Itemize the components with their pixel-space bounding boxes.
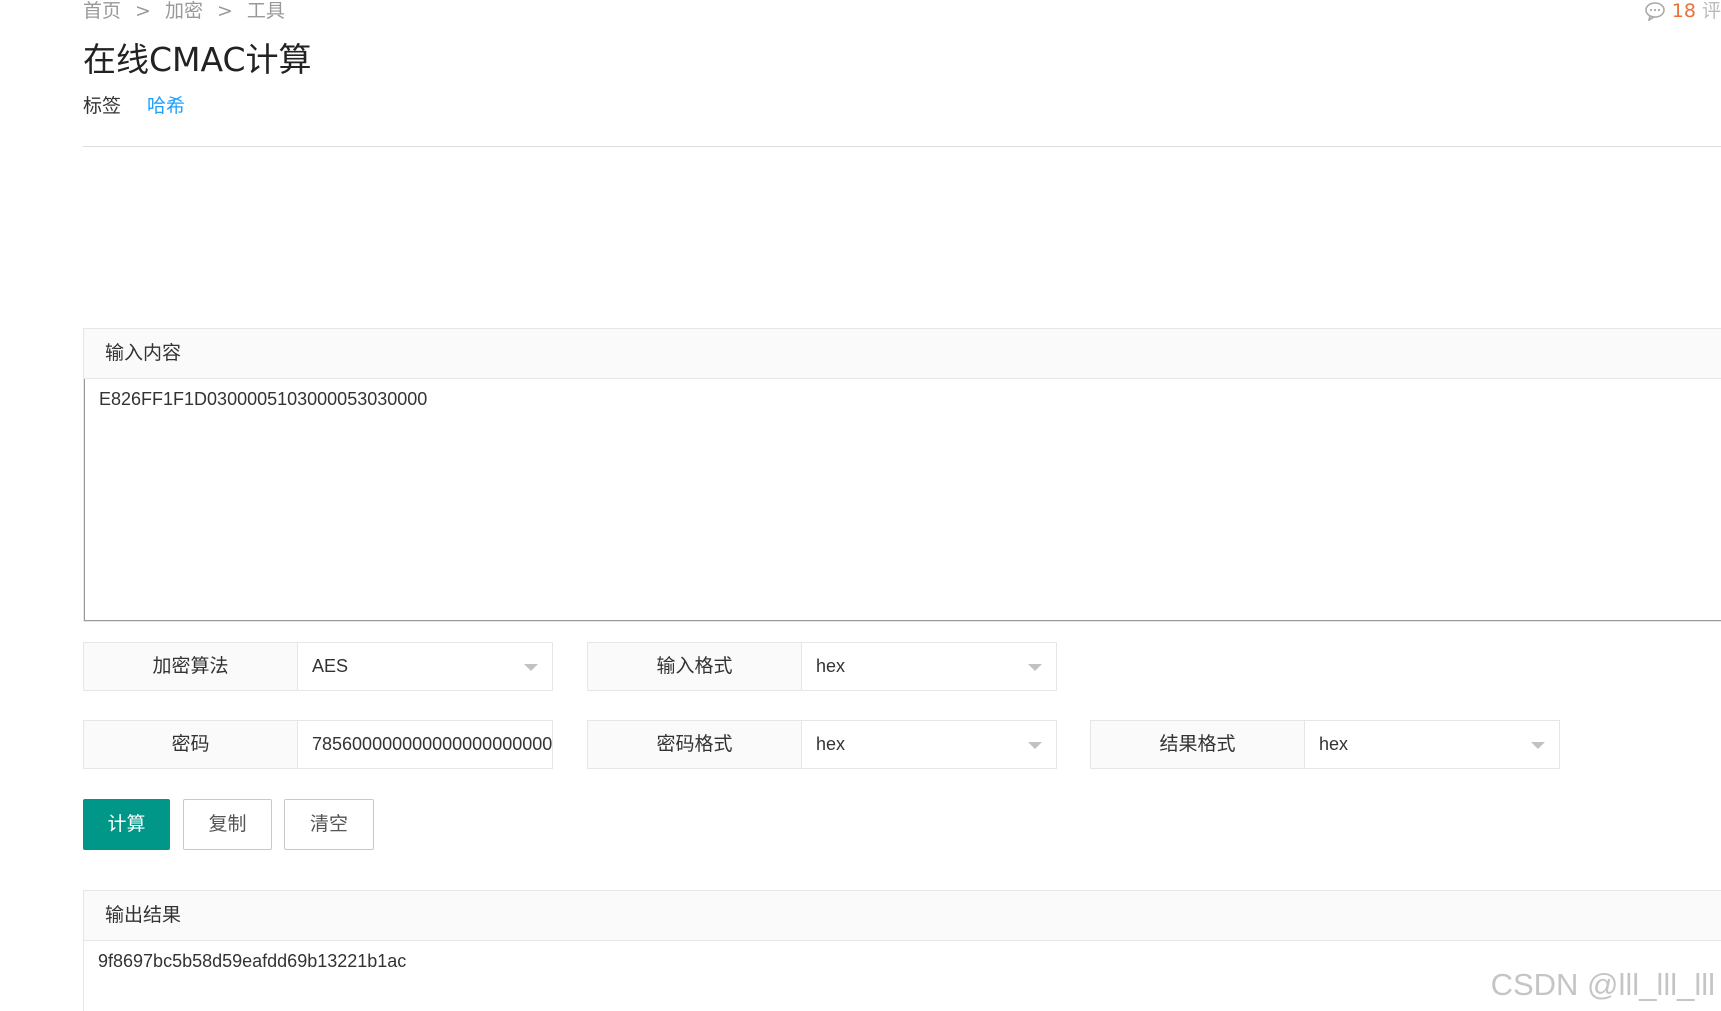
input-textarea[interactable]: E826FF1F1D0300005103000053030000	[84, 379, 1721, 621]
key-field[interactable]: 密码 7856000000000000000000000	[83, 720, 553, 769]
algorithm-value[interactable]: AES	[298, 643, 552, 690]
breadcrumb-home[interactable]: 首页	[83, 0, 121, 22]
key-format-value[interactable]: hex	[802, 721, 1056, 768]
page: 首页 > 加密 > 工具 18 评 在线CMAC计算 标签 哈希 输入内容 E8…	[0, 0, 1721, 1011]
comment-bubble-icon	[1644, 2, 1665, 21]
key-format-label: 密码格式	[588, 721, 802, 768]
watermark: CSDN @lll_lll_lll	[1490, 967, 1715, 1002]
key-format-selected: hex	[816, 734, 846, 754]
key-format-select[interactable]: 密码格式 hex	[587, 720, 1057, 769]
divider	[83, 146, 1721, 147]
tags-label: 标签	[83, 95, 122, 117]
clear-button[interactable]: 清空	[284, 799, 374, 850]
algorithm-selected: AES	[312, 656, 349, 676]
comment-label: 评	[1701, 0, 1721, 22]
tags: 标签 哈希	[83, 94, 185, 118]
output-result: 9f8697bc5b58d59eafdd69b13221b1ac	[98, 951, 407, 971]
algorithm-select[interactable]: 加密算法 AES	[83, 642, 553, 691]
caret-down-icon	[1531, 742, 1545, 749]
caret-down-icon	[1028, 664, 1042, 671]
caret-down-icon	[524, 664, 538, 671]
input-format-label: 输入格式	[588, 643, 802, 690]
tag-hash[interactable]: 哈希	[147, 94, 185, 118]
algorithm-label: 加密算法	[84, 643, 298, 690]
comments-link[interactable]: 18 评	[1644, 0, 1721, 22]
input-panel: 输入内容 E826FF1F1D0300005103000053030000	[83, 328, 1721, 622]
result-format-selected: hex	[1319, 734, 1349, 754]
comment-count: 18	[1671, 0, 1696, 22]
breadcrumb-separator: >	[135, 0, 151, 22]
output-panel: 输出结果 9f8697bc5b58d59eafdd69b13221b1ac	[83, 890, 1721, 1011]
input-format-select[interactable]: 输入格式 hex	[587, 642, 1057, 691]
copy-button[interactable]: 复制	[183, 799, 272, 850]
breadcrumb-separator: >	[216, 0, 233, 22]
input-format-selected: hex	[816, 656, 846, 676]
result-format-select[interactable]: 结果格式 hex	[1090, 720, 1560, 769]
breadcrumb-encryption[interactable]: 加密	[165, 0, 203, 22]
breadcrumb: 首页 > 加密 > 工具	[83, 0, 285, 22]
input-panel-title: 输入内容	[84, 329, 1721, 379]
result-format-label: 结果格式	[1091, 721, 1305, 768]
calculate-button[interactable]: 计算	[83, 799, 170, 850]
key-input[interactable]: 7856000000000000000000000	[298, 721, 552, 768]
caret-down-icon	[1028, 742, 1042, 749]
input-format-value[interactable]: hex	[802, 643, 1056, 690]
result-format-value[interactable]: hex	[1305, 721, 1559, 768]
key-label: 密码	[84, 721, 298, 768]
breadcrumb-tools[interactable]: 工具	[247, 0, 285, 22]
page-title: 在线CMAC计算	[83, 40, 312, 79]
output-panel-title: 输出结果	[84, 891, 1721, 941]
